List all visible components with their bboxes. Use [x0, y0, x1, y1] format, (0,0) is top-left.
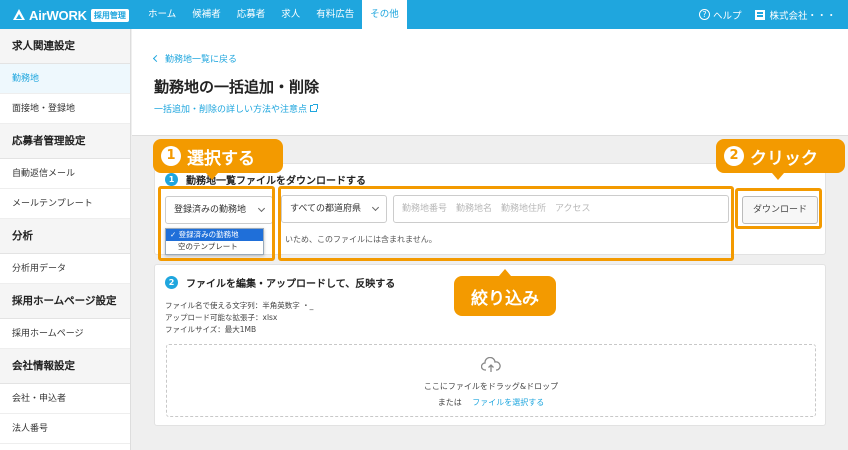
- nav-other[interactable]: その他: [362, 0, 407, 29]
- sidebar-item-work-locations[interactable]: 勤務地: [0, 64, 130, 94]
- nav-paid-ads[interactable]: 有料広告: [308, 0, 362, 29]
- main-nav: ホーム 候補者 応募者 求人 有料広告 その他: [140, 0, 407, 29]
- nav-home[interactable]: ホーム: [140, 0, 184, 29]
- callout-click-tail: [772, 173, 784, 180]
- info-filename-chars: ファイル名で使える文字列：半角英数字 ・_: [165, 301, 314, 310]
- help-link[interactable]: ? ヘルプ: [698, 8, 742, 22]
- chevron-left-icon: [152, 54, 161, 63]
- page-title: 勤務地の一括追加・削除: [154, 78, 320, 96]
- info-extension: アップロード可能な拡張子：xlsx: [165, 313, 278, 322]
- callout-select: 1 選択する: [153, 139, 283, 173]
- step2-number: 2: [165, 276, 178, 289]
- select-file-link[interactable]: ファイルを選択する: [472, 398, 544, 407]
- info-filesize: ファイルサイズ：最大1MB: [165, 325, 257, 334]
- step2-title: ファイルを編集・アップロードして、反映する: [186, 279, 396, 290]
- sidebar-item-homepage[interactable]: 採用ホームページ: [0, 319, 130, 349]
- building-icon: [755, 9, 766, 20]
- sidebar-item-corporate-number[interactable]: 法人番号: [0, 414, 130, 444]
- company-menu[interactable]: 株式会社・・・: [755, 8, 836, 22]
- sidebar-item-analysis-data[interactable]: 分析用データ: [0, 254, 130, 284]
- step1-number: 1: [165, 173, 178, 186]
- highlight-filter: [278, 186, 734, 261]
- callout-filter-text: 絞り込み: [471, 288, 539, 309]
- callout-filter: 絞り込み: [454, 276, 556, 316]
- logo[interactable]: AirWORK 採用管理: [12, 7, 129, 23]
- sidebar-group-applicant-settings: 応募者管理設定: [0, 124, 130, 159]
- highlight-download: [735, 188, 822, 229]
- nav-candidates[interactable]: 候補者: [184, 0, 229, 29]
- callout-click: 2 クリック: [716, 139, 845, 173]
- company-name: 株式会社・・・: [769, 10, 836, 22]
- back-link-label: 勤務地一覧に戻る: [165, 55, 238, 65]
- sidebar-group-job-settings: 求人関連設定: [0, 29, 130, 64]
- sidebar-item-company-applicant[interactable]: 会社・申込者: [0, 384, 130, 414]
- brand-name: AirWORK: [29, 7, 87, 23]
- step2-heading: 2 ファイルを編集・アップロードして、反映する: [165, 275, 395, 290]
- detail-link[interactable]: 一括追加・削除の詳しい方法や注意点: [154, 102, 319, 115]
- cloud-upload-icon: [481, 357, 501, 372]
- sidebar-group-company-settings: 会社情報設定: [0, 349, 130, 384]
- or-label: または: [437, 398, 462, 407]
- page-header: 勤務地一覧に戻る 勤務地の一括追加・削除 一括追加・削除の詳しい方法や注意点: [132, 29, 848, 136]
- nav-applicants[interactable]: 応募者: [229, 0, 274, 29]
- drop-alternative: または ファイルを選択する: [167, 397, 815, 408]
- sidebar-item-mail-templates[interactable]: メールテンプレート: [0, 189, 130, 219]
- step1-heading: 1 勤務地一覧ファイルをダウンロードする: [165, 172, 366, 187]
- top-header: AirWORK 採用管理 ホーム 候補者 応募者 求人 有料広告 その他 ? ヘ…: [0, 0, 848, 29]
- brand-badge: 採用管理: [90, 8, 129, 22]
- header-right: ? ヘルプ 株式会社・・・: [698, 0, 836, 29]
- nav-jobs[interactable]: 求人: [273, 0, 308, 29]
- sidebar-item-auto-reply[interactable]: 自動返信メール: [0, 159, 130, 189]
- sidebar-group-analysis: 分析: [0, 219, 130, 254]
- back-link[interactable]: 勤務地一覧に戻る: [152, 52, 238, 65]
- sidebar: 求人関連設定 勤務地 面接地・登録地 応募者管理設定 自動返信メール メールテン…: [0, 29, 131, 450]
- sidebar-group-homepage-settings: 採用ホームページ設定: [0, 284, 130, 319]
- logo-mark-icon: [12, 9, 26, 21]
- sidebar-item-interview-locations[interactable]: 面接地・登録地: [0, 94, 130, 124]
- drop-instruction: ここにファイルをドラッグ&ドロップ: [423, 382, 559, 391]
- callout-click-number: 2: [724, 146, 744, 166]
- help-label: ヘルプ: [712, 10, 742, 22]
- detail-link-label: 一括追加・削除の詳しい方法や注意点: [154, 105, 308, 115]
- callout-select-tail: [206, 173, 218, 180]
- external-link-icon: [310, 104, 319, 112]
- file-drop-zone[interactable]: ここにファイルをドラッグ&ドロップ または ファイルを選択する: [166, 344, 816, 417]
- callout-select-text: 選択する: [187, 148, 255, 169]
- callout-select-number: 1: [161, 146, 181, 166]
- help-icon: ?: [698, 9, 710, 20]
- callout-click-text: クリック: [750, 148, 818, 169]
- highlight-select: [158, 186, 275, 261]
- callout-filter-tail: [499, 269, 511, 276]
